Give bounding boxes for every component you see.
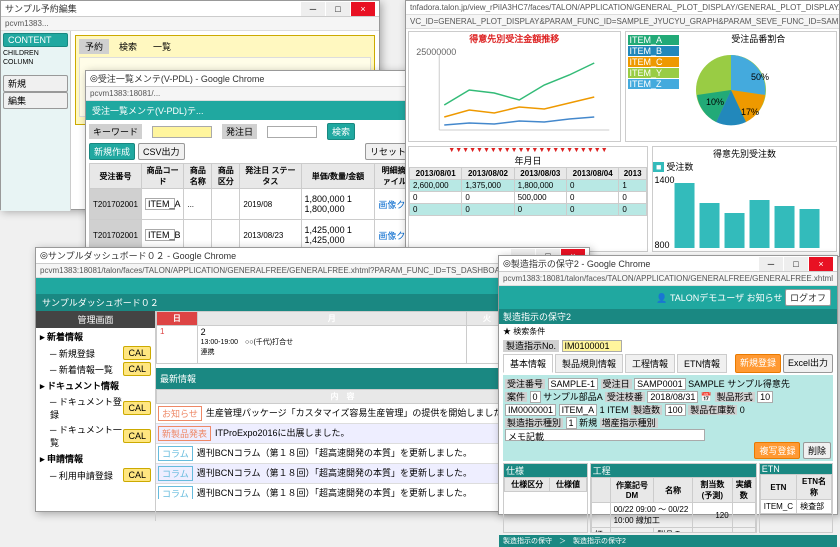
tab[interactable]: 一覧 [147,39,177,54]
form-area: 受注番号 SAMPLE-1 受注日 SAMP0001 SAMPLE サンプル得意… [503,375,833,461]
menu-group[interactable]: ▸ 新着情報 [36,328,155,345]
win-title: サンプル予約編集 [5,2,301,15]
svg-text:17%: 17% [741,107,759,117]
sidebar-item[interactable]: CHILDREN [3,49,68,58]
news-hdr: 最新情報 [160,372,196,385]
chart-title: 得意先別受注金額推移 [409,32,620,45]
menu-item[interactable]: ─ ドキュメント一覧CAL [36,422,155,450]
tab[interactable]: ETN情報 [677,354,727,373]
page-title: 製造指示の保守2 [499,309,837,324]
search-cond[interactable]: ★ 検索条件 [499,324,837,339]
excel-btn[interactable]: Excel出力 [783,354,833,373]
date-input[interactable] [267,126,317,138]
new-btn[interactable]: 新規登録 [735,354,781,373]
app-title: 受注一覧メンテ(V-PDL)テ... [92,104,204,117]
edit-btn[interactable]: 編集 [3,92,68,109]
chart-title: 得意先別受注数 [653,147,836,160]
tab[interactable]: 基本情報 [503,354,553,373]
titlebar[interactable]: サンプル予約編集 ─□× [1,1,379,17]
line-chart: 得意先別受注金額推移 25000000 [408,31,621,142]
chrome-icon: ◎ [40,250,48,261]
urlbar: pcvm1383... [1,17,379,31]
memo-input[interactable]: メモ記載 [505,429,705,441]
mfg-no-input[interactable]: IM0100001 [562,340,622,352]
bar-chart: 得意先別受注数 ■ 受注数 1400800 [652,146,837,252]
csv-btn[interactable]: CSV出力 [138,143,185,160]
date-table: ▼▼▼▼▼▼▼▼▼▼▼▼▼▼▼▼▼▼▼▼▼▼▼ 年月日 2013/08/0120… [408,146,648,252]
svg-text:50%: 50% [751,72,769,82]
svg-text:800: 800 [654,240,669,250]
urlbar2: VC_ID=GENERAL_PLOT_DISPLAY&PARAM_FUNC_ID… [406,15,839,29]
process-panel: 工程 作業記号DM名称割当数(予測)実績数 00/22 09:00 ～ 00/2… [590,463,757,533]
menu-item[interactable]: ─ 新規登録CAL [36,345,155,361]
tab[interactable]: 工程情報 [625,354,675,373]
min-btn[interactable]: ─ [301,2,325,16]
left-menu: 管理画面 ▸ 新着情報─ 新規登録CAL─ 新着情報一覧CAL▸ ドキュメント情… [36,311,156,521]
menu-group[interactable]: ▸ 申請情報 [36,450,155,467]
chrome-icon: ◎ [90,73,98,84]
menu-item[interactable]: ─ ドキュメント登録CAL [36,394,155,422]
lbl: キーワード [89,124,142,139]
del-btn[interactable]: 削除 [803,442,831,459]
win-mfg: ◎製造指示の保守2 - Google Chrome ─□× pcvm1383:1… [498,255,838,515]
logout-btn[interactable]: ログオフ [785,289,831,306]
spec-panel: 仕様 仕様区分仕様値 [503,463,588,533]
new-btn[interactable]: 新規作成 [89,143,135,160]
tab[interactable]: 検索 [113,39,143,54]
tab[interactable]: 製品規則情報 [555,354,623,373]
sidebar-item[interactable]: COLUMN [3,58,68,67]
svg-text:1400: 1400 [654,175,674,185]
menu-group[interactable]: ▸ ドキュメント情報 [36,377,155,394]
win-charts: tnfadora.talon.jp/view_rPiIA3HC7/faces/T… [405,0,840,257]
svg-text:10%: 10% [706,97,724,107]
sidebar-tab[interactable]: CONTENT [3,33,68,47]
menu-hdr: 管理画面 [36,311,155,328]
close-btn[interactable]: × [351,2,375,16]
new-btn[interactable]: 新規 [3,75,68,92]
chart-title: 受注品番割合 [681,32,837,45]
urlbar: tnfadora.talon.jp/view_rPiIA3HC7/faces/T… [406,1,839,15]
svg-text:25000000: 25000000 [416,47,456,57]
etn-panel: ETN ETNETN名称 ITEM_C検査部 [759,463,833,533]
subtitle: 年月日 [409,154,647,167]
copy-btn[interactable]: 複写登録 [754,442,800,459]
max-btn[interactable]: □ [326,2,350,16]
menu-item[interactable]: ─ 新着情報一覧CAL [36,361,155,377]
tab[interactable]: 予約 [79,39,109,54]
breadcrumb: 製造指示の保守 ＞ 製造指示の保守2 [499,535,837,547]
pie-chart: ITEM_A ITEM_B ITEM_C ITEM_Y ITEM_Z 受注品番割… [625,31,838,142]
sidebar: CONTENT CHILDREN COLUMN 新規 編集 [1,31,71,211]
keyword-input[interactable] [152,126,212,138]
lbl: 発注日 [222,124,257,139]
search-btn[interactable]: 検索 [327,123,355,140]
menu-item[interactable]: ─ 利用申請登録CAL [36,467,155,483]
chrome-icon: ◎ [503,258,511,269]
